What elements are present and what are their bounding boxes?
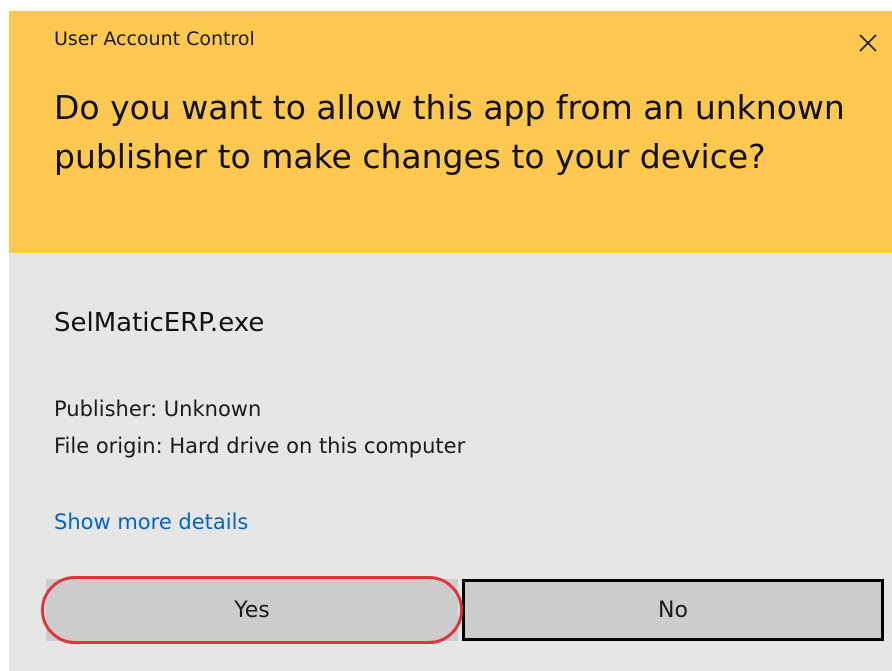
dialog-caption: User Account Control (54, 28, 255, 50)
dialog-header: User Account Control Do you want to allo… (9, 11, 892, 253)
yes-button[interactable]: Yes (46, 579, 458, 641)
uac-dialog: User Account Control Do you want to allo… (9, 11, 892, 671)
file-origin-info: File origin: Hard drive on this computer (54, 434, 466, 458)
app-name: SelMaticERP.exe (54, 308, 265, 338)
prompt-question: Do you want to allow this app from an un… (54, 88, 845, 176)
close-icon (859, 34, 877, 52)
publisher-info: Publisher: Unknown (54, 397, 262, 421)
show-more-details-link[interactable]: Show more details (54, 510, 248, 534)
close-button[interactable] (851, 26, 885, 60)
no-button[interactable]: No (462, 579, 884, 641)
